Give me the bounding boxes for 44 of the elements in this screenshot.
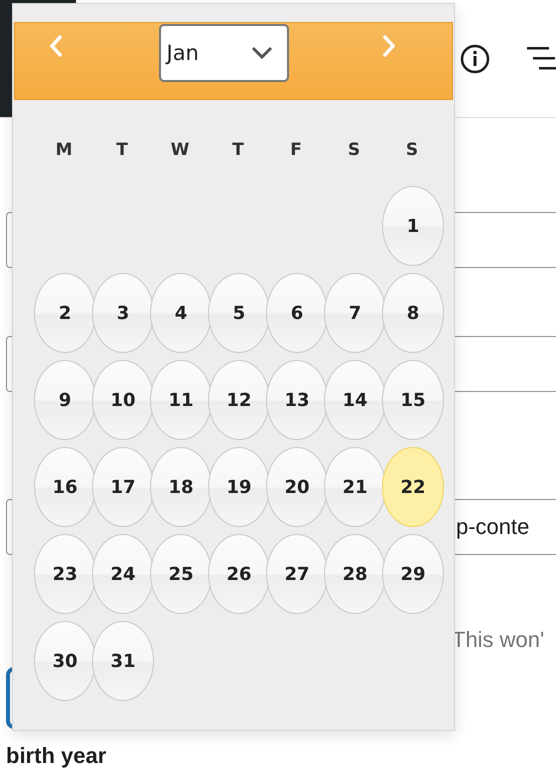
menu-icon[interactable] [526, 44, 556, 72]
weekday-label: S [346, 140, 362, 160]
day-button[interactable]: 26 [208, 534, 270, 614]
day-button[interactable]: 7 [324, 273, 386, 353]
day-button[interactable]: 23 [34, 534, 96, 614]
day-button[interactable]: 18 [150, 447, 212, 527]
day-button[interactable]: 30 [34, 621, 96, 701]
day-button[interactable]: 15 [382, 360, 444, 440]
day-button[interactable]: 6 [266, 273, 328, 353]
weekday-label: T [115, 140, 129, 160]
day-button[interactable]: 24 [92, 534, 154, 614]
weekday-label: F [289, 140, 303, 160]
day-button[interactable]: 2 [34, 273, 96, 353]
weekday-label: W [170, 140, 190, 160]
caret-icon [250, 46, 272, 60]
info-icon[interactable] [460, 44, 490, 74]
day-button[interactable]: 13 [266, 360, 328, 440]
month-select[interactable]: Jan [158, 24, 288, 82]
day-button[interactable]: 8 [382, 273, 444, 353]
day-button[interactable]: 29 [382, 534, 444, 614]
day-button[interactable]: 19 [208, 447, 270, 527]
day-button[interactable]: 16 [34, 447, 96, 527]
day-button[interactable]: 12 [208, 360, 270, 440]
day-button[interactable]: 28 [324, 534, 386, 614]
day-button[interactable]: 5 [208, 273, 270, 353]
day-button[interactable]: 21 [324, 447, 386, 527]
weekday-label: M [54, 140, 74, 160]
day-button[interactable]: 20 [266, 447, 328, 527]
day-button[interactable]: 9 [34, 360, 96, 440]
day-button[interactable]: 11 [150, 360, 212, 440]
day-button[interactable]: 25 [150, 534, 212, 614]
field-label: birth year [6, 743, 108, 769]
weekday-label: T [231, 140, 245, 160]
day-button[interactable]: 17 [92, 447, 154, 527]
help-text: This won' [452, 627, 546, 653]
day-button[interactable]: 27 [266, 534, 328, 614]
day-button[interactable]: 10 [92, 360, 154, 440]
day-button[interactable]: 22 [382, 447, 444, 527]
weekday-label: S [404, 140, 420, 160]
day-button[interactable]: 4 [150, 273, 212, 353]
day-button[interactable]: 14 [324, 360, 386, 440]
day-button[interactable]: 1 [382, 186, 444, 266]
day-button[interactable]: 3 [92, 273, 154, 353]
day-button[interactable]: 31 [92, 621, 154, 701]
